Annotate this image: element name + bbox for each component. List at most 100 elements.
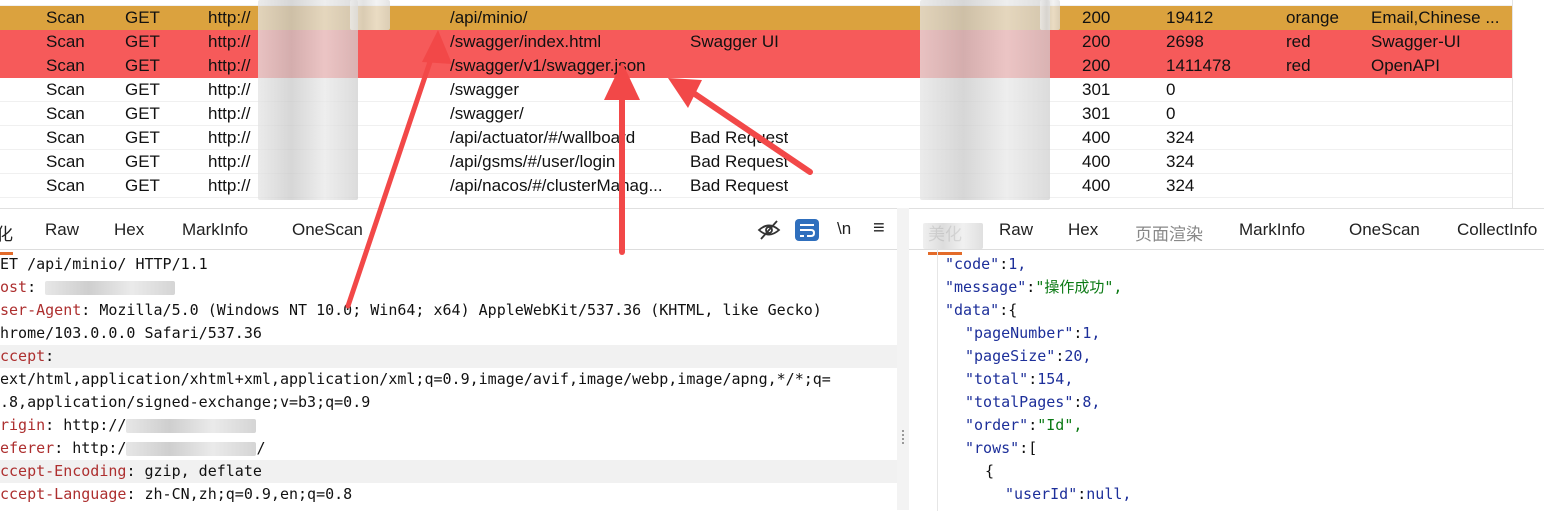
tab-render[interactable]: 页面渲染 (1135, 220, 1203, 245)
json-sep: : (1028, 416, 1038, 434)
cell-url: http:// (208, 8, 251, 27)
response-tabs: 美化 Raw Hex 页面渲染 MarkInfo OneScan Collect… (909, 209, 1544, 255)
cell-length: 324 (1166, 152, 1195, 171)
cell-length: 1411478 (1166, 56, 1231, 75)
cell-length: 324 (1166, 128, 1195, 147)
cell-path: /api/actuator/#/wallboard (450, 128, 636, 147)
tab-onescan[interactable]: OneScan (292, 220, 363, 240)
json-value: 1, (1008, 255, 1027, 273)
tab-pretty[interactable]: 化 (0, 220, 13, 255)
header-value: : http:// (45, 416, 127, 434)
json-key: "rows" (965, 439, 1020, 457)
table-row[interactable]: Scan GET http:// /api/actuator/#/wallboard B… (0, 126, 1512, 150)
cell-status: 301 (1082, 80, 1111, 99)
table-row-partial[interactable] (0, 0, 1512, 6)
table-row[interactable]: Scan GET http:// /swagger/v1/swagger.json 20… (0, 54, 1512, 78)
cell-path: /swagger (450, 80, 519, 99)
header-name: ost (0, 278, 28, 296)
panel-splitter[interactable] (897, 208, 909, 510)
cell-source: Scan (46, 152, 85, 171)
json-value: 20, (1064, 347, 1092, 365)
table-row[interactable]: Scan GET http:// /api/gsms/#/user/login Bad … (0, 150, 1512, 174)
header-value: : (45, 347, 55, 365)
tab-markinfo[interactable]: MarkInfo (1239, 220, 1305, 240)
redacted-block (920, 0, 1050, 200)
tab-collectinfo[interactable]: CollectInfo (1457, 220, 1537, 240)
tab-raw[interactable]: Raw (999, 220, 1033, 240)
cell-method: GET (125, 152, 160, 171)
header-value: : zh-CN,zh;q=0.9,en;q=0.8 (126, 485, 353, 503)
cell-method: GET (125, 176, 160, 195)
table-row[interactable]: Scan GET http:// /api/nacos/#/clusterManag.… (0, 174, 1512, 198)
tab-hex[interactable]: Hex (1068, 220, 1098, 240)
table-row[interactable]: Scan GET http:// /swagger/301 0 (0, 102, 1512, 126)
response-panel: 美化 Raw Hex 页面渲染 MarkInfo OneScan Collect… (909, 208, 1544, 511)
cell-title: Bad Request (690, 152, 789, 171)
cell-url: http:// (208, 152, 251, 171)
json-value: "操作成功", (1035, 278, 1123, 296)
request-panel: 化 Raw Hex MarkInfo OneScan \n ≡ ET /api/… (0, 208, 897, 511)
json-line: "totalPages":8, (965, 391, 1100, 414)
cell-tags: Email,Chinese ... (1371, 8, 1500, 27)
json-value: 154, (1037, 370, 1074, 388)
cell-length: 324 (1166, 176, 1195, 195)
json-sep: : (1019, 439, 1029, 457)
cell-path: /api/minio/ (450, 8, 528, 27)
json-line: "data":{ (945, 299, 1017, 322)
request-line: ccept: (0, 345, 897, 368)
hide-nonprintable-icon[interactable] (757, 219, 781, 241)
cell-status: 400 (1082, 176, 1111, 195)
cell-length: 0 (1166, 80, 1176, 99)
cell-url: http:// (208, 56, 251, 75)
redacted-block (350, 0, 390, 30)
json-line: "total":154, (965, 368, 1073, 391)
cell-url: http:// (208, 80, 251, 99)
header-value: .8,application/signed-exchange;v=b3;q=0.… (0, 393, 371, 411)
cell-tags (1371, 126, 1509, 150)
table-row[interactable]: Scan GET http:// /swagger 301 0 (0, 78, 1512, 102)
header-name: rigin (0, 416, 46, 434)
json-value: { (985, 462, 995, 480)
json-value: [ (1028, 439, 1038, 457)
wrap-lines-icon[interactable] (795, 219, 819, 241)
cell-status: 400 (1082, 152, 1111, 171)
header-value: : (27, 278, 46, 296)
json-value: "Id", (1037, 416, 1083, 434)
json-sep: : (1077, 485, 1087, 503)
cell-status: 200 (1082, 8, 1111, 27)
json-value: 8, (1082, 393, 1101, 411)
redacted-block (258, 0, 358, 200)
request-line: hrome/103.0.0.0 Safari/537.36 (0, 322, 897, 345)
cell-method: GET (125, 32, 160, 51)
cell-title: Bad Request (690, 128, 789, 147)
header-name: ccept (0, 347, 46, 365)
cell-tags (1371, 102, 1509, 126)
menu-icon[interactable]: ≡ (873, 217, 885, 240)
tab-markinfo[interactable]: MarkInfo (182, 220, 248, 240)
json-line: "rows":[ (965, 437, 1037, 460)
cell-url: http:// (208, 176, 251, 195)
request-line: .8,application/signed-exchange;v=b3;q=0.… (0, 391, 897, 414)
cell-tags (1371, 174, 1509, 198)
newline-toggle-icon[interactable]: \n (837, 219, 851, 239)
table-row[interactable]: Scan GET http:// /swagger/index.html Swagger… (0, 30, 1512, 54)
json-sep: : (1026, 278, 1036, 296)
cell-source: Scan (46, 56, 85, 75)
header-value: : http:/ (54, 439, 127, 457)
tab-raw[interactable]: Raw (45, 220, 79, 240)
cell-method: GET (125, 104, 160, 123)
redacted-host (45, 280, 176, 295)
table-row-partial[interactable] (0, 198, 1512, 208)
tab-onescan[interactable]: OneScan (1349, 220, 1420, 240)
cell-path: /swagger/index.html (450, 32, 602, 51)
cell-color: orange (1286, 8, 1339, 27)
tab-hex[interactable]: Hex (114, 220, 144, 240)
request-line: rigin: http:// (0, 414, 897, 437)
json-line: "code":1, (945, 253, 1026, 276)
cell-source: Scan (46, 80, 85, 99)
redacted-host (126, 441, 257, 456)
json-key: "total" (965, 370, 1029, 388)
table-row[interactable]: Scan GET http:// /api/minio/200 19412 orange E… (0, 6, 1512, 30)
header-value: ext/html,application/xhtml+xml,applicati… (0, 370, 831, 388)
cell-color: red (1286, 32, 1311, 51)
